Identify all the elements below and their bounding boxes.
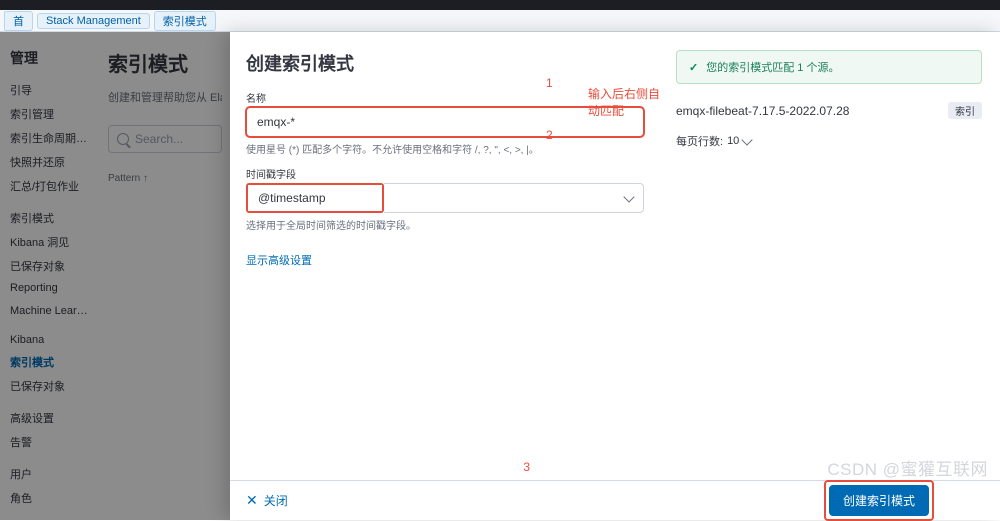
create-index-pattern-button[interactable]: 创建索引模式 [829,485,929,516]
flyout-title: 创建索引模式 [246,50,644,76]
rows-per-label: 每页行数: [676,133,723,149]
timestamp-select-highlight: @timestamp [246,183,384,213]
sidebar-item[interactable]: 已保存对象 [0,254,100,278]
close-icon: ✕ [246,492,258,509]
page-desc: 创建和管理帮助您从 Elastics [108,89,222,105]
timestamp-select[interactable]: @timestamp [248,185,382,211]
chevron-down-icon [623,191,634,202]
sidebar-item[interactable]: 角色 [0,486,100,510]
sidebar-item[interactable]: 引导 [0,78,100,102]
name-input[interactable] [246,107,644,137]
search-icon [117,133,129,145]
sidebar-item[interactable]: 汇总/打包作业 [0,174,100,198]
name-label: 名称 [246,90,644,105]
index-badge: 索引 [948,102,982,119]
window-titlebar [0,0,1000,10]
rows-per-value: 10 [727,135,739,147]
annotation-3: 3 [523,460,530,474]
search-placeholder: Search... [135,132,183,146]
page-content: 索引模式 创建和管理帮助您从 Elastics Search... Patter… [100,32,230,520]
create-button-highlight: 创建索引模式 [824,480,934,521]
chevron-down-icon [742,134,753,145]
sidebar-item[interactable]: 高级设置 [0,406,100,430]
watermark: CSDN @蜜獾互联网 [827,455,988,480]
timestamp-select-expand[interactable] [384,183,644,213]
annotation-1: 1 [546,76,553,90]
create-index-pattern-flyout: 创建索引模式 1 输入后右侧自动匹配 名称 使用星号 (*) 匹配多个字符。不允… [230,32,1000,520]
sidebar-item[interactable]: Machine Learning 作业 [0,298,100,322]
sidebar-item[interactable]: 告警 [0,430,100,454]
sidebar-item-index-patterns[interactable]: 索引模式 [0,350,100,374]
matched-index-name: emqx-filebeat-7.17.5-2022.07.28 [676,104,849,118]
sidebar-item[interactable]: 索引管理 [0,102,100,126]
sidebar-item[interactable]: 索引模式 [0,206,100,230]
search-input[interactable]: Search... [108,125,222,153]
sidebar-item[interactable]: 用户 [0,462,100,486]
sidebar-item[interactable]: 快照并还原 [0,150,100,174]
close-label: 关闭 [264,492,288,509]
breadcrumb-home[interactable]: 首 [4,11,33,31]
sidebar-item[interactable]: 已保存对象 [0,374,100,398]
sidebar-item[interactable]: Kibana 洞见 [0,230,100,254]
flyout-footer: ✕ 关闭 创建索引模式 [230,480,1000,520]
timestamp-label: 时间戳字段 [246,166,644,181]
sidebar-title: 管理 [0,44,100,78]
show-advanced-link[interactable]: 显示高级设置 [246,252,312,268]
flyout-form: 创建索引模式 1 输入后右侧自动匹配 名称 使用星号 (*) 匹配多个字符。不允… [230,32,660,520]
annotation-1-note: 输入后右侧自动匹配 [588,85,660,119]
breadcrumb: 首 Stack Management 索引模式 [0,10,1000,32]
breadcrumb-index-patterns[interactable]: 索引模式 [154,11,216,31]
rows-per-page[interactable]: 每页行数: 10 [676,133,982,149]
close-button[interactable]: ✕ 关闭 [246,492,288,509]
sidebar-item[interactable]: Kibana [0,330,100,350]
flyout-matches: ✓ 您的索引模式匹配 1 个源。 emqx-filebeat-7.17.5-20… [660,32,1000,520]
matched-index-row: emqx-filebeat-7.17.5-2022.07.28 索引 [676,98,982,123]
table-header-pattern[interactable]: Pattern ↑ [108,173,222,184]
sidebar-item[interactable]: 索引生命周期策略 [0,126,100,150]
timestamp-help: 选择用于全局时间筛选的时间戳字段。 [246,217,644,232]
page-title: 索引模式 [108,48,222,77]
match-message: 您的索引模式匹配 1 个源。 [706,59,839,75]
sidebar-item[interactable]: Reporting [0,278,100,298]
match-banner: ✓ 您的索引模式匹配 1 个源。 [676,50,982,84]
name-help: 使用星号 (*) 匹配多个字符。不允许使用空格和字符 /, ?, ", <, >… [246,141,644,156]
sidebar: 管理 引导 索引管理 索引生命周期策略 快照并还原 汇总/打包作业 索引模式 K… [0,32,100,520]
breadcrumb-stack-management[interactable]: Stack Management [37,13,150,29]
annotation-2: 2 [546,128,553,142]
check-icon: ✓ [689,61,698,74]
main-area: 管理 引导 索引管理 索引生命周期策略 快照并还原 汇总/打包作业 索引模式 K… [0,32,1000,520]
